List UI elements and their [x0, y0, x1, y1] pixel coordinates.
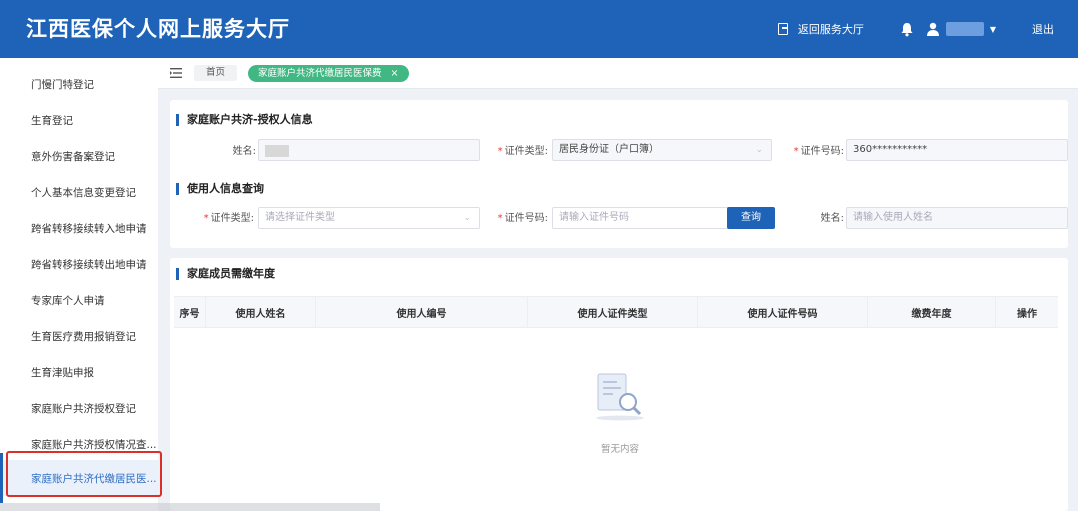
info-card: 家庭账户共济-授权人信息 姓名: * 证件类型: 居民身份证（户口簿） ⌄ * 证件… [170, 100, 1068, 248]
sidebar: 门慢门特登记 生育登记 意外伤害备案登记 个人基本信息变更登记 跨省转移接续转入… [0, 58, 162, 511]
sidebar-item-info-change[interactable]: 个人基本信息变更登记 [0, 174, 158, 210]
top-header: 江西医保个人网上服务大厅 返回服务大厅 ▼ 退出 [0, 0, 1078, 58]
sidebar-item-maternity-reimbursement[interactable]: 生育医疗费用报销登记 [0, 318, 158, 354]
sidebar-item-transfer-in[interactable]: 跨省转移接续转入地申请 [0, 210, 158, 246]
tab-family-pay-label: 家庭账户共济代缴居民医保费 [258, 68, 382, 79]
user-icon[interactable] [926, 22, 940, 36]
empty-text: 暂无内容 [600, 444, 639, 455]
col-header-id-no: 使用人证件号码 [698, 297, 868, 327]
sidebar-item-chronic-registration[interactable]: 门慢门特登记 [0, 66, 158, 102]
col-header-id-type: 使用人证件类型 [528, 297, 698, 327]
col-header-user-no: 使用人编号 [316, 297, 528, 327]
authorizer-id-no-field: 360*********** [846, 139, 1068, 161]
sidebar-item-expert-application[interactable]: 专家库个人申请 [0, 282, 158, 318]
chevron-down-icon: ⌄ [755, 145, 763, 155]
back-to-hall-label: 返回服务大厅 [797, 23, 864, 36]
back-to-hall-link[interactable]: 返回服务大厅 [777, 21, 864, 37]
highlight-box [6, 451, 162, 497]
query-name-placeholder: 请输入使用人姓名 [853, 212, 933, 223]
col-header-pay-year: 缴费年度 [868, 297, 996, 327]
query-id-no-label: * 证件号码: [497, 213, 548, 224]
logout-link[interactable]: 退出 [1032, 21, 1054, 37]
query-id-type-placeholder: 请选择证件类型 [265, 212, 335, 223]
query-id-type-label-text: 证件类型: [210, 213, 254, 224]
close-icon[interactable]: × [391, 68, 399, 79]
query-id-no-placeholder: 请输入证件号码 [559, 212, 629, 223]
authorizer-id-type-label: * 证件类型: [497, 146, 548, 157]
sidebar-item-accident-filing[interactable]: 意外伤害备案登记 [0, 138, 158, 174]
members-table-header: 序号 使用人姓名 使用人编号 使用人证件类型 使用人证件号码 缴费年度 操作 [174, 296, 1058, 328]
sidebar-item-maternity-registration[interactable]: 生育登记 [0, 102, 158, 138]
menu-toggle-icon[interactable] [170, 68, 182, 78]
sidebar-item-maternity-allowance[interactable]: 生育津贴申报 [0, 354, 158, 390]
authorizer-section-title: 家庭账户共济-授权人信息 [176, 114, 313, 126]
sidebar-item-transfer-out[interactable]: 跨省转移接续转出地申请 [0, 246, 158, 282]
authorizer-id-no-value: 360*********** [853, 144, 928, 155]
sidebar-item-family-auth-registration[interactable]: 家庭账户共济授权登记 [0, 390, 158, 426]
document-icon [777, 23, 788, 35]
query-id-type-label: * 证件类型: [203, 213, 254, 224]
authorizer-id-no-label: * 证件号码: [793, 146, 844, 157]
query-id-type-select[interactable]: 请选择证件类型 ⌄ [258, 207, 480, 229]
active-indicator [0, 453, 3, 503]
bell-icon[interactable] [900, 22, 914, 37]
members-card: 家庭成员需缴年度 序号 使用人姓名 使用人编号 使用人证件类型 使用人证件号码 … [170, 258, 1068, 511]
main-content: 首页 家庭账户共济代缴居民医保费 × 家庭账户共济-授权人信息 姓名: * 证件类… [158, 58, 1078, 511]
authorizer-id-type-label-text: 证件类型: [504, 146, 548, 157]
query-name-label: 姓名: [820, 213, 844, 224]
authorizer-id-type-value: 居民身份证（户口簿） [559, 144, 659, 155]
authorizer-id-no-label-text: 证件号码: [800, 146, 844, 157]
empty-data-icon [596, 373, 644, 421]
tab-family-pay[interactable]: 家庭账户共济代缴居民医保费 × [248, 65, 409, 82]
members-section-title: 家庭成员需缴年度 [176, 268, 275, 280]
query-id-no-label-text: 证件号码: [504, 213, 548, 224]
name-mask [265, 145, 289, 157]
query-name-input[interactable]: 请输入使用人姓名 [846, 207, 1068, 229]
col-header-action: 操作 [1017, 308, 1037, 320]
col-header-index: 序号 [174, 297, 206, 327]
authorizer-name-label: 姓名: [232, 146, 256, 157]
tab-bar: 首页 家庭账户共济代缴居民医保费 × [158, 58, 1078, 89]
authorizer-name-field [258, 139, 480, 161]
tab-home[interactable]: 首页 [194, 65, 238, 81]
query-id-no-input[interactable]: 请输入证件号码 [552, 207, 740, 229]
col-header-user-name: 使用人姓名 [206, 297, 316, 327]
app-title: 江西医保个人网上服务大厅 [26, 17, 290, 41]
query-button[interactable]: 查询 [727, 207, 775, 229]
chevron-down-icon[interactable]: ▼ [990, 25, 996, 34]
query-section-title: 使用人信息查询 [176, 183, 264, 195]
user-name-masked[interactable] [945, 22, 984, 36]
chevron-down-icon: ⌄ [463, 213, 471, 223]
header-actions: 返回服务大厅 ▼ 退出 [777, 0, 1078, 58]
bottom-status-strip [0, 503, 380, 511]
authorizer-id-type-select: 居民身份证（户口簿） ⌄ [552, 139, 772, 161]
